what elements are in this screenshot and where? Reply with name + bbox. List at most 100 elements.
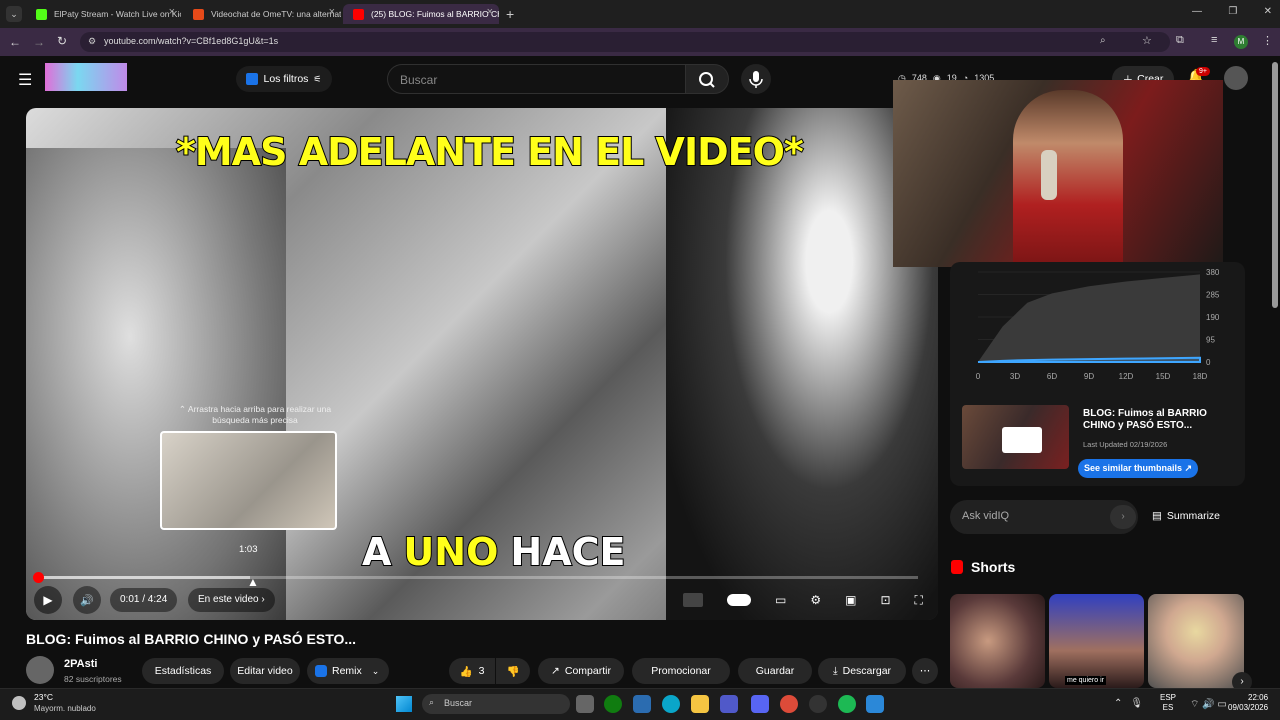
y-tick-label: 0 (1206, 358, 1211, 367)
vidiq-player-icon[interactable] (683, 593, 703, 607)
y-tick-label: 380 (1206, 268, 1220, 277)
browser-menu-icon[interactable]: ⋮ (1262, 34, 1273, 47)
close-icon[interactable]: × (329, 6, 335, 18)
download-icon: ⤓ (832, 664, 838, 677)
settings-icon[interactable]: ⚙ (810, 593, 821, 607)
zoom-icon[interactable]: ⌕ (1100, 35, 1106, 46)
more-actions-button[interactable]: ⋯ (912, 658, 938, 684)
discord-icon[interactable] (751, 695, 769, 713)
seek-preview-thumbnail (160, 431, 337, 530)
channel-name[interactable]: 2PAsti (64, 658, 97, 670)
new-tab-button[interactable]: + (506, 6, 514, 22)
extensions-icon[interactable]: ⧉ (1176, 34, 1184, 47)
page-scrollbar[interactable] (1272, 62, 1278, 308)
close-icon[interactable]: × (487, 6, 493, 18)
tab-list-button[interactable]: ⌄ (6, 6, 22, 22)
short-card-2[interactable]: me quiero ir (1049, 594, 1144, 688)
tab-youtube[interactable]: (25) BLOG: Fuimos al BARRIO CHINO× (343, 4, 499, 24)
voice-search-button[interactable] (741, 64, 771, 94)
chapter-button[interactable]: En este video › (188, 588, 275, 612)
store-icon[interactable] (633, 695, 651, 713)
remix-button[interactable]: Remix ⌄ (307, 658, 389, 684)
ask-submit-button[interactable]: › (1110, 505, 1136, 529)
xbox-icon[interactable] (604, 695, 622, 713)
minimize-icon[interactable]: — (1192, 6, 1202, 17)
volume-button[interactable]: 🔊 (73, 586, 101, 614)
short-card-1[interactable] (950, 594, 1045, 688)
vidiq-thumb-title[interactable]: BLOG: Fuimos al BARRIO CHINO y PASÓ ESTO… (1083, 408, 1213, 432)
weather-icon (12, 696, 26, 710)
subtitles-icon[interactable]: ▭ (775, 593, 786, 607)
mouse-cursor-icon: ▲ (247, 575, 259, 589)
task-view-icon[interactable] (576, 695, 594, 713)
edit-video-button[interactable]: Editar video (230, 658, 300, 684)
profile-avatar[interactable]: M (1234, 35, 1248, 49)
notif-badge: 9+ (1196, 67, 1210, 76)
spotify-icon[interactable] (838, 695, 856, 713)
search-button[interactable] (685, 64, 729, 94)
bookmark-star-icon[interactable]: ☆ (1142, 34, 1152, 47)
restore-icon[interactable]: ❐ (1228, 6, 1237, 17)
window-controls: — ❐ ✕ (1192, 6, 1272, 17)
taskbar-search[interactable]: ⌕ Buscar (422, 694, 570, 714)
autoplay-toggle[interactable] (727, 594, 751, 606)
y-tick-label: 190 (1206, 313, 1220, 322)
forward-icon[interactable]: → (33, 35, 45, 49)
edge-icon[interactable] (662, 695, 680, 713)
obs-icon[interactable] (809, 695, 827, 713)
tab-kick[interactable]: ElPaty Stream - Watch Live on Kick × (26, 4, 181, 24)
fullscreen-icon[interactable]: ⛶ (915, 593, 923, 608)
close-window-icon[interactable]: ✕ (1264, 6, 1272, 17)
channel-avatar[interactable] (26, 656, 54, 684)
menu-icon[interactable]: ☰ (18, 70, 32, 90)
url-field[interactable]: youtube.com/watch?v=CBf1ed8G1gU&t=1s (80, 32, 1170, 52)
x-tick-label: 0 (976, 372, 981, 381)
video-player[interactable]: *MAS ADELANTE EN EL VIDEO* A UNO HACE ⌃ … (26, 108, 938, 620)
like-button[interactable]: 👍 3 (449, 658, 495, 684)
save-button[interactable]: Guardar (738, 658, 812, 684)
shorts-icon (951, 560, 963, 574)
x-tick-label: 18D (1193, 372, 1208, 381)
play-button[interactable]: ▶ (34, 586, 62, 614)
search-input[interactable]: Buscar (387, 64, 685, 94)
chevron-up-icon[interactable]: ⌃ (1114, 698, 1122, 709)
sliders-icon: ⚟ (313, 73, 322, 84)
vidiq-filters-button[interactable]: Los filtros ⚟ (236, 66, 332, 92)
tab-ometv[interactable]: Videochat de OmeTV: una alternativa × (183, 4, 341, 24)
vidiq-thumb-label (1002, 427, 1042, 453)
tray-icons: ⌃ 🎙 (1114, 698, 1143, 709)
account-avatar[interactable] (1224, 66, 1248, 90)
progress-bar[interactable] (38, 576, 918, 579)
vidiq-icon (246, 73, 259, 85)
media-icon[interactable]: ≡ (1211, 34, 1217, 46)
cast-icon[interactable]: ⊡ (880, 593, 890, 607)
site-info-icon[interactable]: ⚙ (88, 36, 96, 47)
shorts-heading: Shorts (951, 559, 1015, 575)
dislike-button[interactable]: 👎 (496, 658, 530, 684)
mic-tray-icon[interactable]: 🎙 (1130, 698, 1143, 709)
explorer-icon[interactable] (691, 695, 709, 713)
channel-logo[interactable] (45, 63, 127, 91)
reload-icon[interactable]: ↻ (57, 34, 67, 48)
see-similar-button[interactable]: See similar thumbnails ↗ (1078, 459, 1199, 478)
progress-scrubber[interactable] (33, 572, 44, 583)
download-button[interactable]: ⤓ Descargar (818, 658, 906, 684)
chrome-icon[interactable] (780, 695, 798, 713)
app-icon[interactable] (866, 695, 884, 713)
close-icon[interactable]: × (169, 6, 175, 18)
short-card-3[interactable] (1148, 594, 1244, 688)
summarize-button[interactable]: ▤ Summarize (1152, 510, 1220, 522)
vidiq-thumb[interactable] (962, 405, 1069, 469)
language-indicator[interactable]: ESP ES (1160, 693, 1176, 713)
share-button[interactable]: ↗ Compartir (538, 658, 624, 684)
player-right-controls: ▭ ⚙ ▣ ⊡ ⛶ (683, 588, 923, 612)
stats-button[interactable]: Estadísticas (142, 658, 224, 684)
start-button[interactable] (396, 696, 412, 712)
miniplayer-icon[interactable]: ▣ (845, 593, 856, 607)
teams-icon[interactable] (720, 695, 738, 713)
clock[interactable]: 22:06 09/03/2026 (1228, 693, 1268, 713)
play-icon: ▶ (43, 593, 53, 607)
network-volume-icons[interactable]: ⌔ 🔊 ▭ (1190, 698, 1227, 711)
back-icon[interactable]: ← (9, 35, 21, 49)
promote-button[interactable]: Promocionar (632, 658, 730, 684)
